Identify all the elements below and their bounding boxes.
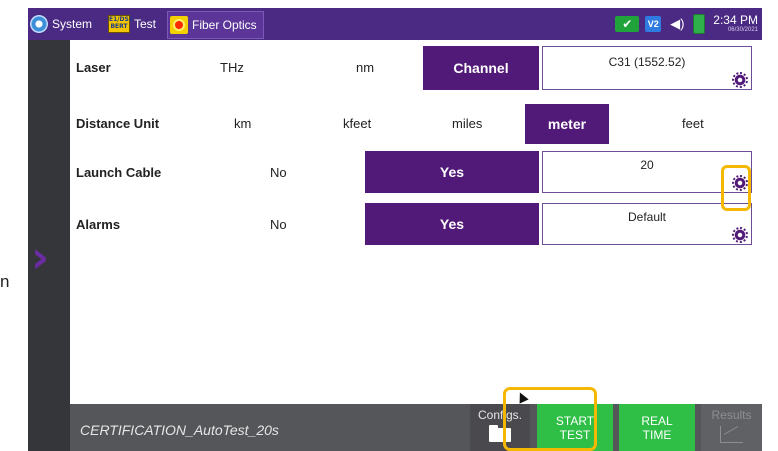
link-status-icon[interactable]: ✔ bbox=[615, 16, 640, 32]
bert-icon: E1/DS1 BERT bbox=[108, 15, 133, 33]
config-name: CERTIFICATION_AutoTest_20s bbox=[80, 422, 279, 438]
status-area: ✔ V2 ◀) 2:34 PM 06/30/2021 bbox=[609, 11, 758, 37]
battery-icon[interactable] bbox=[693, 14, 706, 34]
launch-option-no[interactable]: No bbox=[270, 165, 287, 180]
real-time-line2: TIME bbox=[642, 428, 672, 442]
distance-unit-row: Distance Unit km kfeet miles meter feet bbox=[70, 102, 754, 148]
clock: 2:34 PM 06/30/2021 bbox=[713, 14, 758, 34]
laser-row: Laser THz nm Channel C31 (1552.52) bbox=[70, 46, 754, 92]
alarms-option-yes[interactable]: Yes bbox=[365, 203, 539, 245]
tab-fiber-optics[interactable]: Fiber Optics bbox=[167, 11, 264, 39]
distance-unit-label: Distance Unit bbox=[76, 116, 160, 131]
launch-cable-label: Launch Cable bbox=[76, 165, 162, 180]
volume-icon[interactable]: ◀) bbox=[667, 16, 687, 32]
launch-cable-value: 20 bbox=[640, 158, 654, 172]
graph-icon bbox=[720, 426, 743, 443]
laser-icon bbox=[170, 16, 188, 34]
real-time-button[interactable]: REAL TIME bbox=[619, 404, 695, 451]
chevron-right-icon[interactable]: › bbox=[31, 236, 49, 280]
laser-option-channel[interactable]: Channel bbox=[423, 46, 539, 90]
laser-option-nm[interactable]: nm bbox=[356, 60, 374, 75]
alarms-row: Alarms No Yes Default bbox=[70, 203, 754, 249]
system-gear-icon bbox=[30, 15, 48, 33]
alarms-label: Alarms bbox=[76, 217, 121, 232]
tab-test-label: Test bbox=[134, 17, 157, 31]
top-bar: System E1/DS1 BERT Test Fiber Optics ✔ V… bbox=[28, 8, 762, 40]
tab-test[interactable]: E1/DS1 BERT Test bbox=[108, 11, 156, 37]
laser-value-field[interactable]: C31 (1552.52) bbox=[542, 46, 752, 90]
tab-system[interactable]: System bbox=[30, 11, 92, 37]
distance-option-miles[interactable]: miles bbox=[452, 116, 482, 131]
v2-icon[interactable]: V2 bbox=[645, 16, 662, 32]
laser-value: C31 (1552.52) bbox=[608, 55, 686, 69]
alarms-value-field[interactable]: Default bbox=[542, 203, 752, 245]
distance-option-meter[interactable]: meter bbox=[525, 104, 609, 144]
clock-date: 06/30/2021 bbox=[727, 27, 758, 33]
device-screen: System E1/DS1 BERT Test Fiber Optics ✔ V… bbox=[28, 8, 762, 451]
tab-fiber-optics-label: Fiber Optics bbox=[192, 18, 257, 32]
laser-label: Laser bbox=[76, 60, 111, 75]
alarms-value: Default bbox=[627, 210, 667, 224]
launch-option-yes[interactable]: Yes bbox=[365, 151, 539, 193]
real-time-line1: REAL bbox=[641, 414, 673, 428]
laser-option-thz[interactable]: THz bbox=[220, 60, 244, 75]
cropped-text-fragment: n bbox=[0, 272, 10, 291]
left-sidebar: › bbox=[28, 40, 70, 451]
alarms-gear-icon[interactable] bbox=[732, 227, 748, 243]
distance-option-feet[interactable]: feet bbox=[682, 116, 704, 131]
bottom-bar: CERTIFICATION_AutoTest_20s Configs. STAR… bbox=[70, 404, 762, 451]
gear-highlight-box bbox=[721, 165, 751, 211]
distance-option-kfeet[interactable]: kfeet bbox=[343, 116, 371, 131]
laser-settings-gear-icon[interactable] bbox=[732, 72, 748, 88]
alarms-option-no[interactable]: No bbox=[270, 217, 287, 232]
results-button[interactable]: Results bbox=[701, 404, 762, 451]
results-label: Results bbox=[711, 408, 752, 422]
launch-cable-row: Launch Cable No Yes 20 bbox=[70, 151, 754, 197]
distance-option-km[interactable]: km bbox=[234, 116, 251, 131]
tab-system-label: System bbox=[52, 17, 93, 31]
clock-time: 2:34 PM bbox=[713, 13, 758, 27]
